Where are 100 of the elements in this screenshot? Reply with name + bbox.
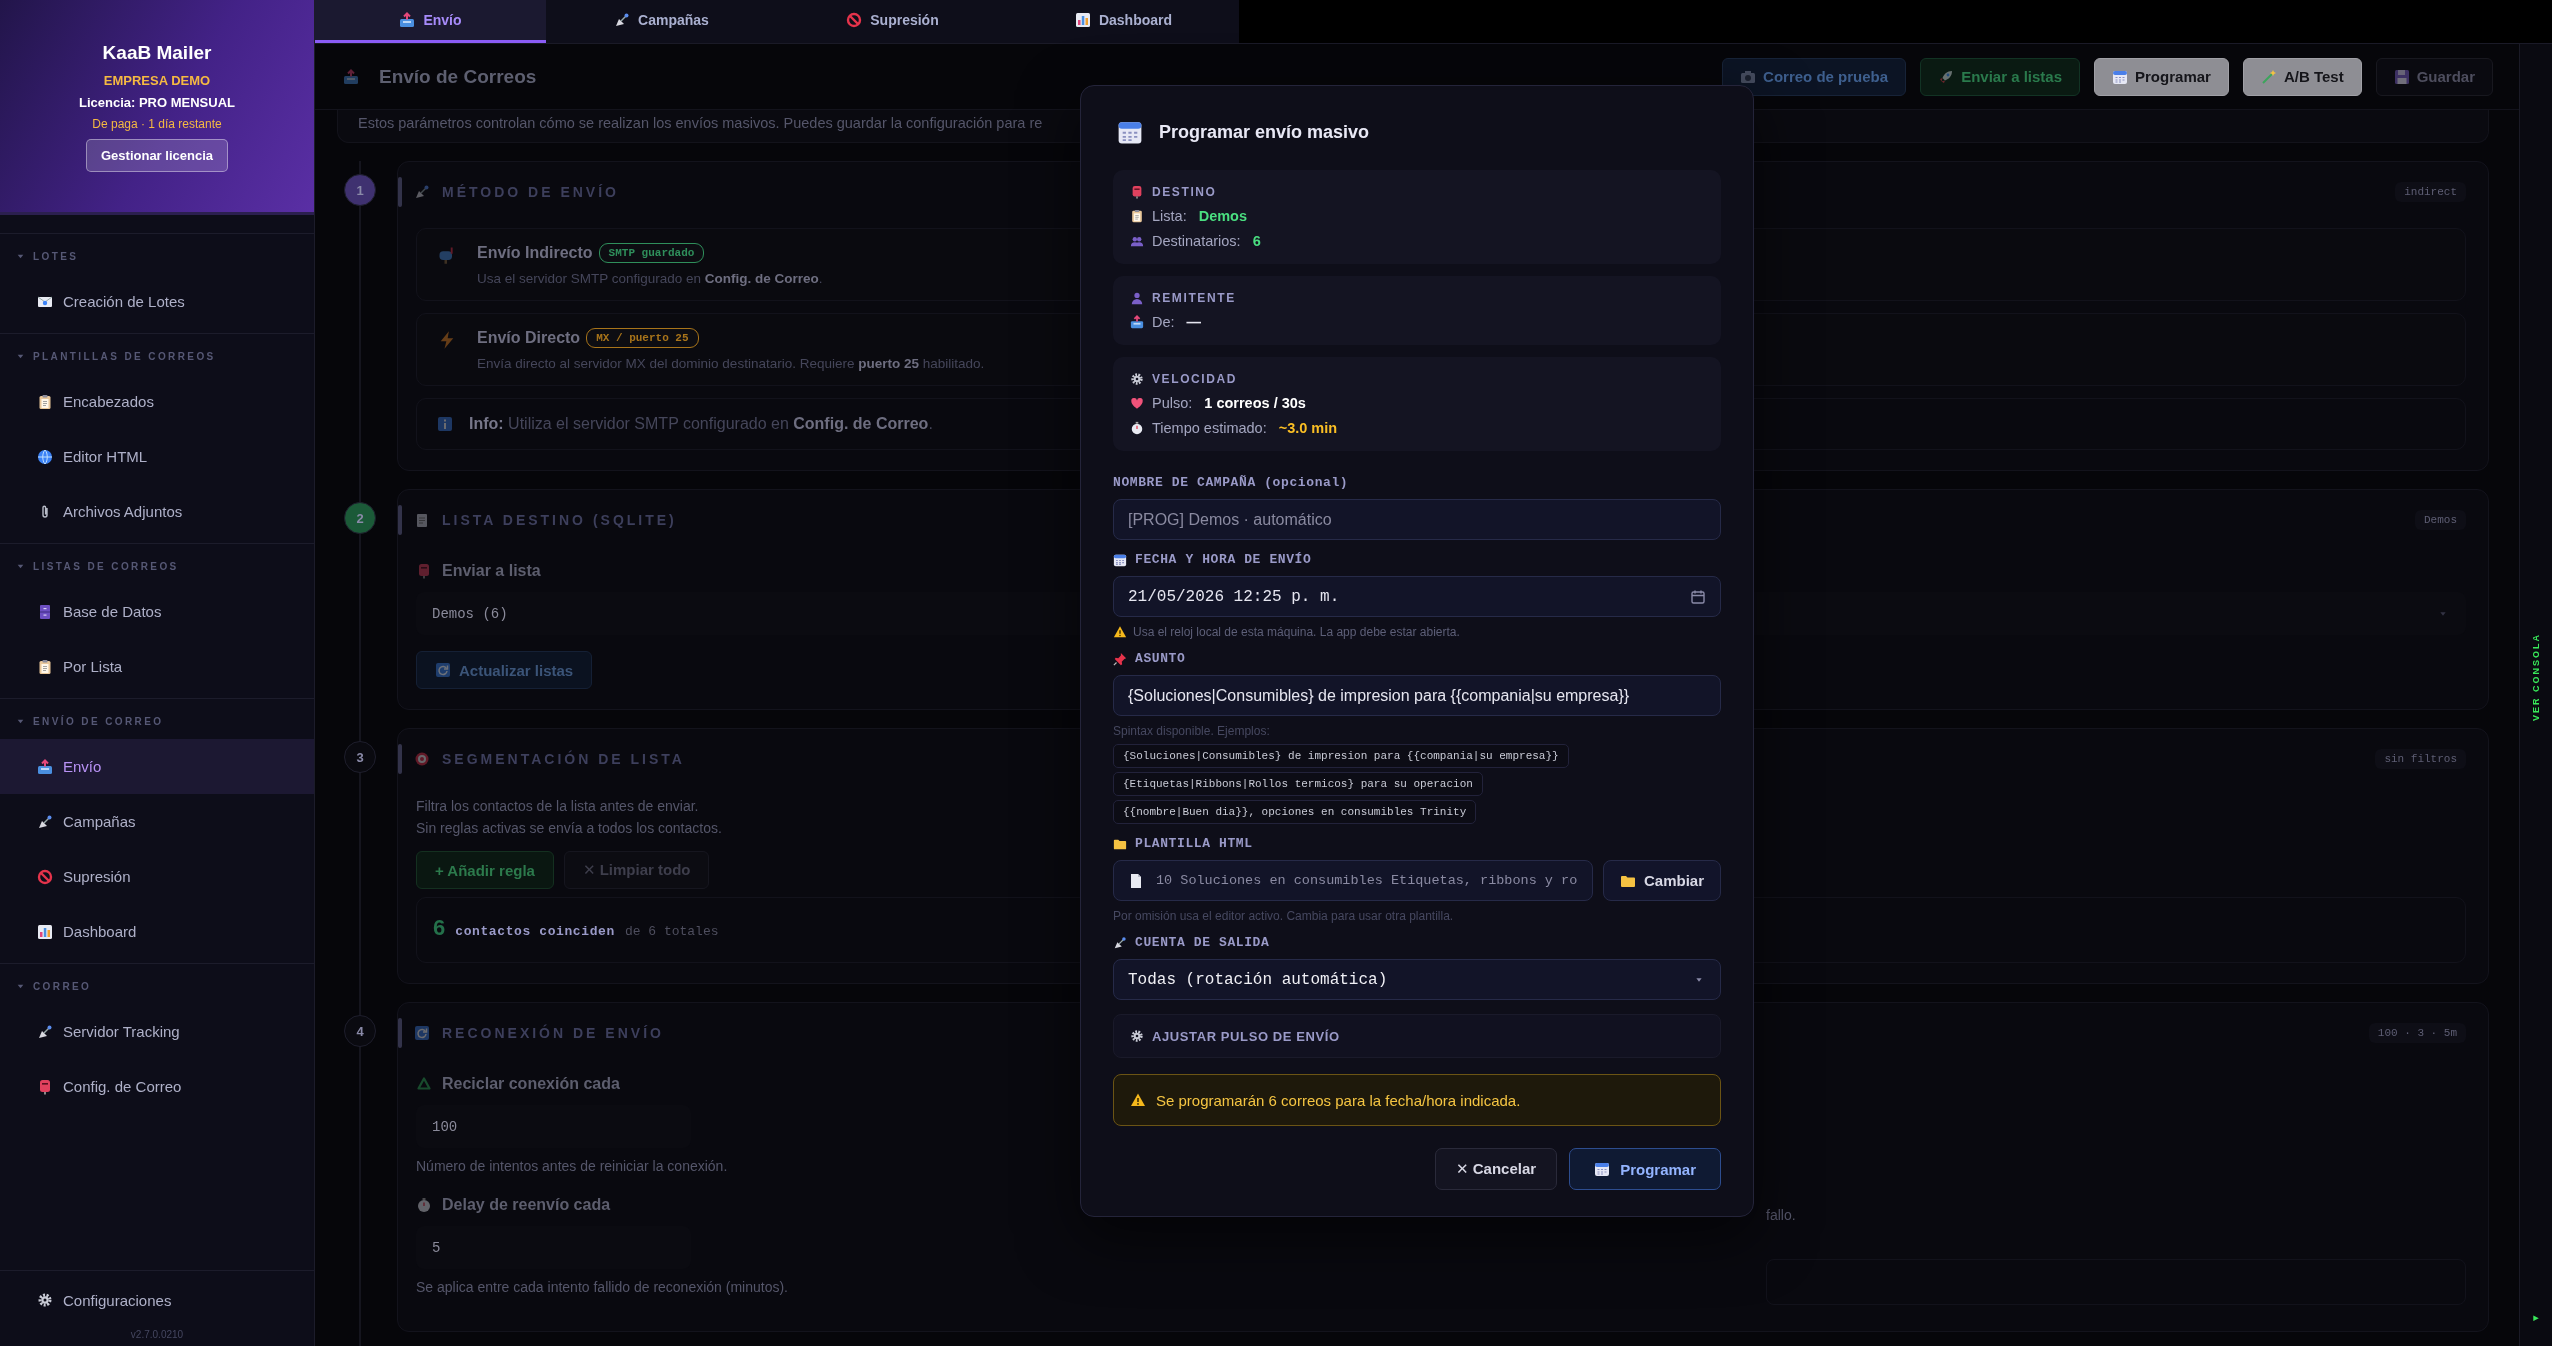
outbox-tray-icon [1130, 315, 1144, 329]
warning-text: Se programarán 6 correos para la fecha/hora indicada. [1156, 1091, 1521, 1109]
people-icon [1130, 234, 1144, 248]
summary-label: Destinatarios: [1152, 233, 1241, 249]
satellite-dish-icon [614, 12, 631, 28]
calendar-icon [1113, 552, 1127, 567]
description-text: Filtra los contactos de la lista antes de enviar. [416, 797, 699, 816]
recycle-icon [416, 1076, 432, 1092]
step-number: 4 [344, 1015, 376, 1047]
nav-item[interactable]: Campañas [0, 794, 314, 849]
wand-icon [2260, 68, 2277, 85]
calendar-icon [1117, 119, 1143, 145]
nav-item[interactable]: Por Lista [0, 639, 314, 694]
summary-label: De: [1152, 314, 1175, 330]
field-label: Enviar a lista [442, 562, 541, 580]
summary-value: 6 [1252, 233, 1261, 249]
pin-icon [1113, 651, 1127, 666]
calendar-icon [1594, 1161, 1611, 1177]
schedule-button[interactable]: Programar [1569, 1148, 1721, 1190]
help-text: fallo. [1766, 1207, 1796, 1223]
nav-item[interactable]: Servidor Tracking [0, 1004, 314, 1059]
tab[interactable]: Envío [315, 0, 546, 43]
nav-item[interactable]: Base de Datos [0, 584, 314, 639]
spintax-example[interactable]: {{nombre|Buen dia}}, opciones en consumibles Trinity [1113, 800, 1477, 824]
template-field: 10 Soluciones en consumibles Etiquetas, ribbons y ro [1113, 860, 1593, 901]
field-label: FECHA Y HORA DE ENVÍO [1135, 552, 1312, 567]
hint-text: Spintax disponible. Ejemplos: [1113, 724, 1271, 738]
nav-item[interactable]: Archivos Adjuntos [0, 484, 314, 539]
nav-item[interactable]: Encabezados [0, 374, 314, 429]
summary-value: — [1186, 314, 1202, 330]
dialog-title: Programar envío masivo [1159, 121, 1370, 143]
match-label: contactos coinciden [455, 924, 615, 939]
clipboard-icon [37, 393, 53, 410]
account-select[interactable]: Todas (rotación automática) [1113, 959, 1721, 1000]
chart-icon [1074, 12, 1091, 28]
tab[interactable]: Supresión [777, 0, 1008, 43]
nav-item[interactable]: Supresión [0, 849, 314, 904]
camera-icon [1740, 68, 1757, 85]
subject-input[interactable]: {Soluciones|Consumibles} de impresion para {{compania|su empresa}} [1113, 675, 1721, 716]
heart-icon [1130, 396, 1144, 410]
field-label: NOMBRE DE CAMPAÑA (opcional) [1113, 475, 1349, 490]
license-status: De paga · 1 día restante [92, 117, 222, 131]
option-title: Envío Directo [477, 329, 581, 347]
target-icon [414, 751, 430, 767]
spintax-example[interactable]: {Soluciones|Consumibles} de impresion para {{compania|su empresa}} [1113, 744, 1569, 768]
console-toggle[interactable]: VER CONSOLA [2531, 633, 2541, 722]
nav-item[interactable]: Dashboard [0, 904, 314, 959]
console-arrow[interactable]: ▸ [2533, 1311, 2539, 1324]
nav-item[interactable]: Editor HTML [0, 429, 314, 484]
step-number: 2 [344, 502, 376, 534]
app-name: KaaB Mailer [102, 42, 212, 64]
tab[interactable]: Dashboard [1008, 0, 1239, 43]
section-title: MÉTODO DE ENVÍO [442, 184, 619, 200]
info-text: Info: Utiliza el servidor SMTP configurado en Config. de Correo. [469, 415, 933, 433]
date-time-field[interactable]: 21/05/2026 12:25 p. m. [1113, 576, 1721, 617]
outbox-tray-icon [37, 758, 53, 775]
section-tag: 100 · 3 · 5m [2368, 1023, 2466, 1043]
summary-title: DESTINO [1152, 185, 1217, 199]
field-label: Reciclar conexión cada [442, 1075, 620, 1093]
match-count: 6 [433, 915, 446, 941]
company-name: EMPRESA DEMO [103, 73, 211, 88]
manage-license-button[interactable]: Gestionar licencia [86, 139, 228, 172]
toolbar-button[interactable]: Programar [2094, 57, 2229, 96]
help-text: Número de intentos antes de reiniciar la conexión. [416, 1158, 728, 1174]
summary-value: 1 correos / 30s [1204, 395, 1306, 411]
gear-icon [37, 1292, 53, 1308]
gear-icon [1130, 1029, 1144, 1043]
chart-icon [37, 923, 53, 940]
campaign-name-input[interactable]: [PROG] Demos · automático [1113, 499, 1721, 540]
option-description: Usa el servidor SMTP configurado en Config. de Correo. [477, 271, 823, 286]
info-icon [437, 416, 453, 432]
nav-item[interactable]: Config. de Correo [0, 1059, 314, 1114]
person-icon [1130, 291, 1144, 305]
summary-label: Lista: [1152, 208, 1187, 224]
clipboard-icon [37, 658, 53, 675]
nav-item[interactable]: Configuraciones [0, 1271, 314, 1329]
summary-label: Tiempo estimado: [1152, 420, 1267, 436]
nav-item[interactable]: Envío [0, 739, 314, 794]
section-tag: sin filtros [2375, 749, 2466, 769]
notepad-icon [414, 512, 430, 528]
cancel-button[interactable]: ✕ Cancelar [1435, 1148, 1558, 1190]
satellite-dish-icon [37, 813, 53, 830]
description-text: Sin reglas activas se envía a todos los contactos. [416, 819, 722, 838]
section-title: LISTA DESTINO (SQLITE) [442, 512, 677, 528]
file-cabinet-icon [37, 603, 53, 620]
pulse-settings-toggle[interactable]: AJUSTAR PULSO DE ENVÍO [1113, 1014, 1721, 1058]
toolbar-button[interactable]: A/B Test [2242, 57, 2362, 96]
change-template-button[interactable]: Cambiar [1602, 860, 1721, 901]
nav-item[interactable]: Creación de Lotes [0, 274, 314, 329]
warning-icon [1113, 625, 1127, 639]
tab[interactable]: Campañas [546, 0, 777, 43]
satellite-dish-icon [1113, 935, 1127, 950]
rocket-icon [1938, 68, 1955, 85]
intro-text: Estos parámetros controlan cómo se realizan los envíos masivos. Puedes guardar la configuración para re [358, 115, 1043, 131]
refresh-icon [435, 662, 451, 678]
hint-text: Usa el reloj local de esta máquina. La app debe estar abierta. [1133, 625, 1460, 639]
postbox-icon [416, 563, 432, 579]
spintax-example[interactable]: {Etiquetas|Ribbons|Rollos termicos} para su operacion [1113, 772, 1483, 796]
prohibited-icon [37, 868, 53, 885]
page-title: Envío de Correos [379, 65, 537, 88]
